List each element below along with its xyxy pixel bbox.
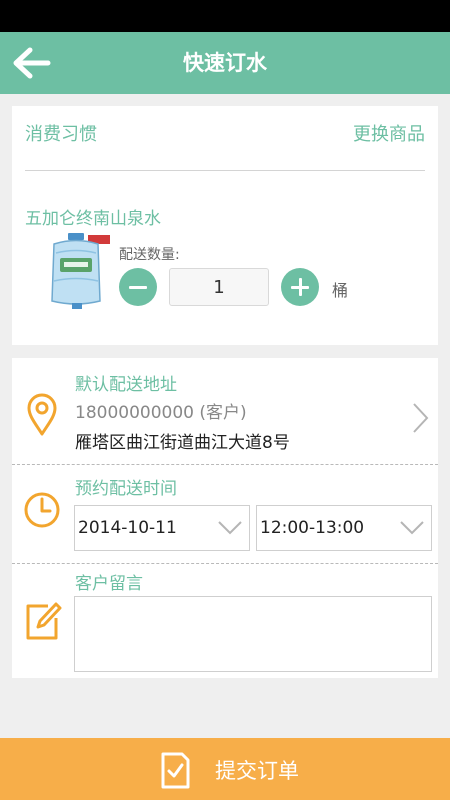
delivery-time-select[interactable]: 12:00-13:00: [256, 505, 432, 551]
water-jug-image: [51, 233, 110, 309]
chevron-down-icon: [400, 521, 424, 535]
change-product-button[interactable]: 更换商品: [353, 120, 425, 146]
order-checklist-icon: [161, 752, 190, 789]
product-card: 消费习惯 更换商品 五加仑终南山泉水 配送数量: 桶: [12, 106, 438, 345]
delivery-date-select[interactable]: 2014-10-11: [74, 505, 250, 551]
location-pin-icon: [27, 393, 57, 436]
status-bar: [0, 0, 450, 32]
consumption-habit-label: 消费习惯: [25, 124, 97, 145]
delivery-address: 雁塔区曲江街道曲江大道8号: [75, 433, 290, 453]
customer-message-heading: 客户留言: [75, 574, 143, 594]
submit-order-label: 提交订单: [215, 759, 299, 783]
dashed-divider: [12, 563, 438, 564]
quantity-input[interactable]: [169, 268, 269, 306]
chevron-down-icon: [218, 521, 242, 535]
quantity-label: 配送数量:: [119, 247, 180, 263]
delivery-time-heading: 预约配送时间: [75, 479, 177, 499]
product-name: 五加仑终南山泉水: [25, 209, 161, 229]
submit-order-button[interactable]: 提交订单: [0, 738, 450, 800]
clock-icon: [24, 492, 60, 528]
increase-quantity-button[interactable]: [281, 268, 319, 306]
dashed-divider: [12, 464, 438, 465]
back-button[interactable]: [8, 40, 54, 86]
customer-phone: 18000000000 (客户): [75, 403, 247, 423]
chevron-right-icon: [413, 403, 429, 433]
delivery-time-value: 12:00-13:00: [260, 518, 365, 538]
arrow-left-icon: [13, 47, 51, 79]
divider: [25, 170, 425, 171]
unit-label: 桶: [332, 281, 349, 300]
default-address-row[interactable]: 默认配送地址 18000000000 (客户) 雁塔区曲江街道曲江大道8号: [12, 358, 438, 464]
edit-note-icon: [26, 602, 62, 640]
app-header: 快速订水: [0, 32, 450, 94]
address-heading: 默认配送地址: [75, 375, 177, 395]
delivery-info-card: 默认配送地址 18000000000 (客户) 雁塔区曲江街道曲江大道8号 预约…: [12, 358, 438, 678]
customer-message-input[interactable]: [74, 596, 432, 672]
decrease-quantity-button[interactable]: [119, 268, 157, 306]
page-title: 快速订水: [183, 51, 267, 75]
delivery-date-value: 2014-10-11: [78, 518, 177, 538]
